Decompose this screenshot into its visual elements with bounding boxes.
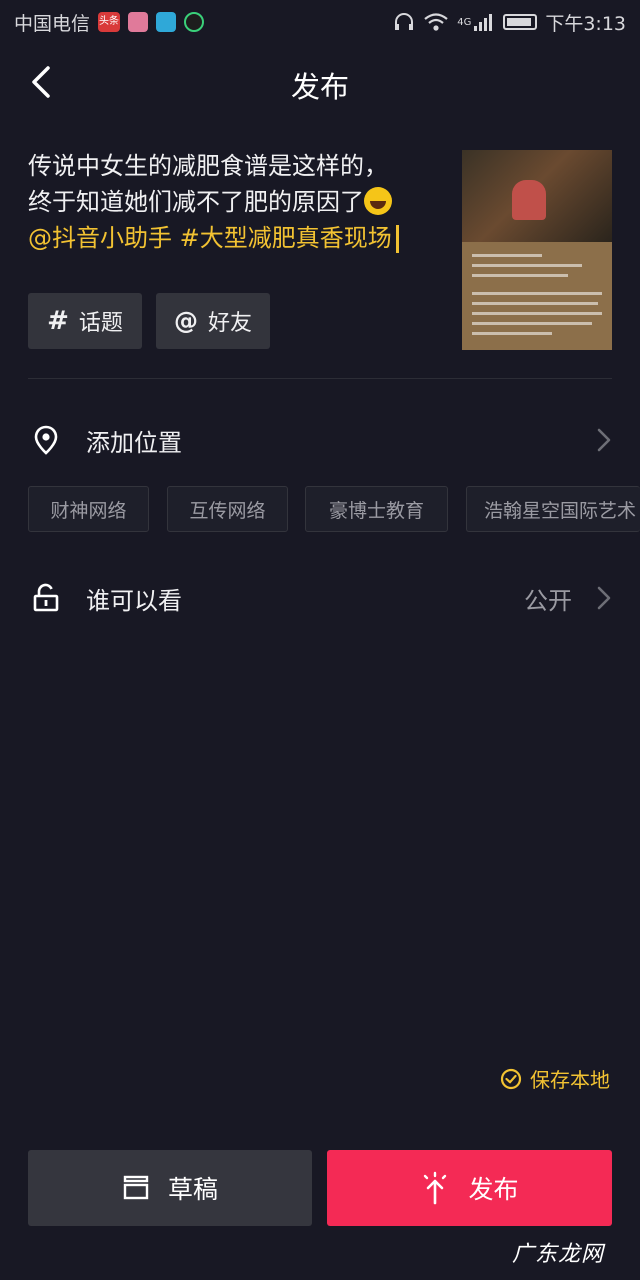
cover-figure: [512, 180, 546, 220]
caption-line: 终于知道她们减不了肥的原因了: [28, 188, 364, 216]
location-suggestion[interactable]: 豪博士教育: [305, 486, 448, 532]
caption-input[interactable]: 传说中女生的减肥食谱是这样的， 终于知道她们减不了肥的原因了 @抖音小助手 #大…: [28, 148, 440, 256]
cover-text-line: [472, 312, 602, 315]
news-app-icon: 头条: [98, 12, 121, 32]
draft-label: 草稿: [167, 1175, 218, 1204]
text-cursor: [395, 225, 399, 253]
at-icon: @: [173, 307, 198, 335]
draft-box-icon: [123, 1175, 149, 1200]
page-title: 发布: [290, 70, 349, 104]
unlock-icon: [33, 583, 59, 612]
watermark: 广东龙网: [511, 1242, 604, 1267]
cover-text-line: [472, 274, 568, 277]
visibility-label: 谁可以看: [86, 586, 182, 615]
top-bar: 发布: [0, 52, 640, 114]
publish-upload-icon: [424, 1171, 447, 1205]
video-cover-thumbnail[interactable]: [462, 150, 612, 350]
save-local-toggle[interactable]: 保存本地: [500, 1064, 610, 1093]
publish-button[interactable]: 发布: [327, 1150, 612, 1226]
divider: [28, 378, 612, 379]
topic-button[interactable]: # 话题: [28, 293, 142, 349]
battery-icon: [503, 14, 538, 30]
status-bar: 中国电信 头条 4G 下午3:13: [0, 0, 640, 44]
caption-tags: @抖音小助手 #大型减肥真香现场: [28, 224, 392, 252]
cover-text-line: [472, 254, 542, 257]
add-location-row[interactable]: 添加位置: [0, 410, 640, 470]
publish-label: 发布: [468, 1175, 519, 1204]
carrier-name: 中国电信: [14, 12, 91, 35]
cover-text-line: [472, 322, 592, 325]
save-local-label: 保存本地: [530, 1068, 610, 1092]
chevron-right-icon: [597, 586, 611, 610]
visibility-value: 公开: [524, 586, 572, 615]
app-icon: [156, 12, 177, 32]
headphone-icon: [395, 13, 414, 30]
location-suggestion[interactable]: 财神网络: [28, 486, 149, 532]
app-icon: [184, 12, 205, 32]
mention-friend-button[interactable]: @ 好友: [156, 293, 270, 349]
location-pin-icon: [34, 425, 58, 455]
cover-text-line: [472, 292, 602, 295]
cover-text-line: [472, 264, 582, 267]
check-circle-icon: [500, 1068, 522, 1089]
friend-label: 好友: [207, 311, 252, 336]
network-type: 4G: [457, 16, 472, 28]
caption-line: 传说中女生的减肥食谱是这样的，: [28, 152, 388, 180]
wifi-icon: [424, 13, 448, 31]
hashtag-icon: #: [47, 306, 69, 336]
topic-label: 话题: [78, 311, 123, 336]
location-suggestion[interactable]: 浩翰星空国际艺术: [466, 486, 640, 532]
laughing-emoji-icon: [364, 187, 392, 215]
app-icon: [128, 12, 149, 32]
visibility-row[interactable]: 谁可以看 公开: [0, 568, 640, 628]
cover-text-line: [472, 302, 598, 305]
add-location-label: 添加位置: [86, 428, 182, 457]
location-suggestion[interactable]: 互传网络: [167, 486, 288, 532]
signal-icon: [474, 14, 493, 31]
cover-text-line: [472, 332, 552, 335]
save-draft-button[interactable]: 草稿: [28, 1150, 312, 1226]
chevron-right-icon: [597, 428, 611, 452]
clock: 下午3:13: [545, 12, 626, 35]
